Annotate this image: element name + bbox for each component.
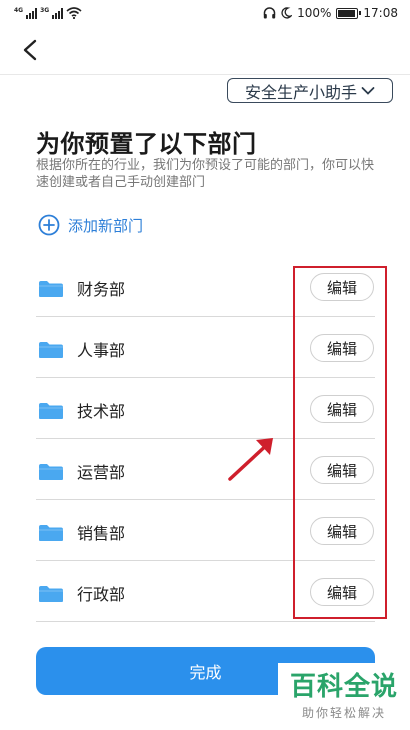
done-label: 完成 bbox=[189, 663, 222, 682]
department-name: 人事部 bbox=[77, 341, 126, 360]
folder-icon bbox=[39, 403, 63, 419]
page-description: 根据你所在的行业，我们为你预设了可能的部门，你可以快速创建或者自己手动创建部门 bbox=[36, 158, 375, 190]
add-department-button[interactable]: 添加新部门 bbox=[38, 214, 143, 236]
department-name: 技术部 bbox=[77, 402, 126, 421]
annotation-highlight-box bbox=[293, 266, 387, 619]
watermark-logo: 百科全说 助你轻松解决 bbox=[278, 663, 410, 730]
department-name: 销售部 bbox=[77, 524, 126, 543]
department-name: 行政部 bbox=[77, 585, 126, 604]
watermark-title: 百科全说 bbox=[289, 672, 398, 702]
headset-icon bbox=[263, 7, 276, 19]
department-name: 运营部 bbox=[77, 463, 126, 482]
status-left: 4G 3G bbox=[14, 7, 82, 19]
status-right: 100% 17:08 bbox=[263, 6, 398, 20]
battery-icon bbox=[336, 7, 362, 19]
battery-fill bbox=[338, 9, 356, 17]
header-divider bbox=[0, 74, 410, 75]
folder-icon bbox=[39, 525, 63, 541]
add-department-label: 添加新部门 bbox=[68, 216, 144, 235]
network-type-label-2: 3G bbox=[40, 7, 50, 14]
chevron-down-icon bbox=[361, 86, 375, 95]
folder-icon bbox=[39, 342, 63, 358]
folder-icon bbox=[39, 464, 63, 480]
page-title: 为你预置了以下部门 bbox=[36, 130, 257, 158]
folder-icon bbox=[39, 281, 63, 297]
moon-icon bbox=[281, 7, 293, 19]
status-time: 17:08 bbox=[363, 6, 398, 20]
network-type-label: 4G bbox=[14, 7, 24, 14]
plus-circle-icon bbox=[38, 214, 60, 236]
watermark-subtitle: 助你轻松解决 bbox=[301, 706, 386, 720]
safety-assistant-dropdown[interactable]: 安全生产小助手 bbox=[227, 78, 393, 103]
folder-icon bbox=[39, 586, 63, 602]
status-bar: 4G 3G 100% 17:08 bbox=[0, 0, 410, 26]
arrow-icon bbox=[228, 438, 273, 481]
chevron-left-icon bbox=[23, 39, 37, 61]
back-button[interactable] bbox=[14, 34, 46, 66]
signal-icon-2 bbox=[52, 7, 64, 19]
department-name: 财务部 bbox=[77, 280, 126, 299]
wifi-icon bbox=[66, 7, 82, 19]
battery-percent: 100% bbox=[297, 6, 332, 20]
signal-icon bbox=[26, 7, 38, 19]
safety-assistant-label: 安全生产小助手 bbox=[244, 82, 357, 102]
